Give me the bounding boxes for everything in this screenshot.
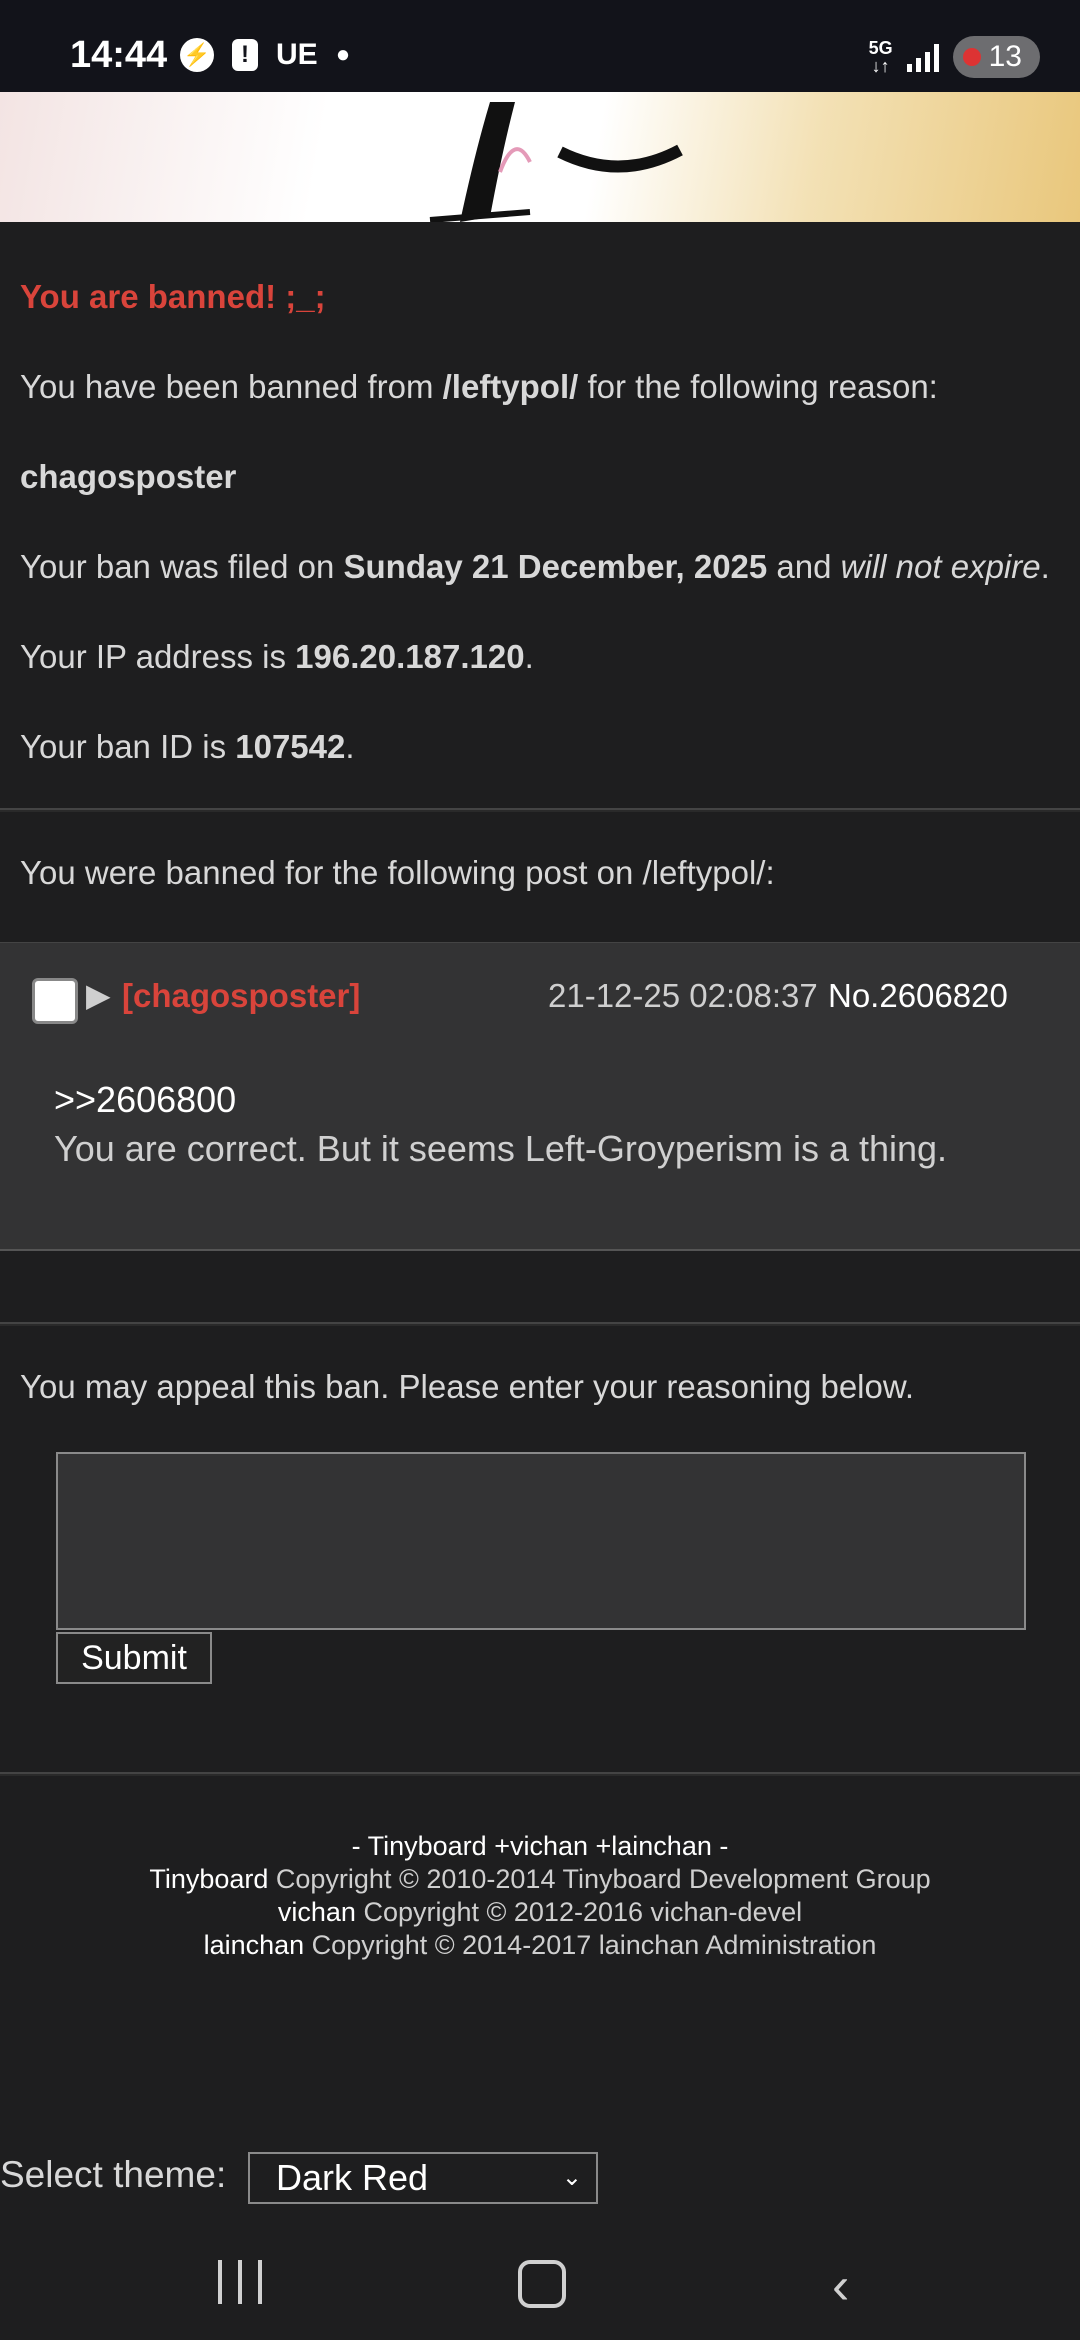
ban-ip-prefix: Your IP address is [20, 638, 296, 675]
ban-id: 107542 [235, 728, 346, 765]
post-intro: You were banned for the following post o… [20, 854, 775, 891]
theme-select[interactable]: Dark Red ⌄ [248, 2152, 598, 2204]
battery-icon: 13 [952, 36, 1040, 78]
network-icon: 5G ↓↑ [868, 38, 893, 76]
footer-lainchan-copy: Copyright © 2014-2017 lainchan Administr… [304, 1930, 877, 1960]
network-type: 5G [868, 38, 893, 58]
footer-lainchan-link[interactable]: lainchan [204, 1930, 305, 1960]
ban-board-prefix: You have been banned from [20, 368, 443, 405]
post-select-checkbox[interactable] [32, 978, 78, 1024]
back-icon[interactable]: ‹ [832, 2256, 849, 2316]
footer: - Tinyboard +vichan +lainchan - Tinyboar… [0, 1830, 1080, 1962]
ban-filed-line: Your ban was filed on Sunday 21 December… [20, 548, 1050, 586]
ban-id-suffix: . [345, 728, 355, 765]
battery-level: 13 [988, 40, 1022, 73]
ban-board: /leftypol/ [442, 368, 579, 405]
footer-tinyboard-copy: Copyright © 2010-2014 Tinyboard Developm… [268, 1864, 931, 1894]
appeal-text: You may appeal this ban. Please enter yo… [20, 1368, 915, 1405]
post-menu-arrow-icon[interactable]: ▶ [86, 976, 111, 1014]
battery-low-icon [962, 48, 981, 66]
board-banner [0, 92, 1080, 222]
ban-title: You are banned! ;_; [20, 278, 326, 315]
messenger-icon: ⚡ [180, 38, 214, 72]
submit-button[interactable]: Submit [56, 1632, 212, 1684]
ban-board-suffix: for the following reason: [578, 368, 938, 405]
footer-vichan-copy: Copyright © 2012-2016 vichan-devel [355, 1897, 803, 1927]
theme-label: Select theme: [0, 2154, 227, 2195]
signal-icon [906, 42, 939, 72]
post-quote-link[interactable]: >>2606800 [54, 1079, 236, 1121]
ban-filed-prefix: Your ban was filed on [20, 548, 344, 585]
ban-reason: chagosposter [20, 458, 237, 495]
footer-lainchan: lainchan Copyright © 2014-2017 lainchan … [0, 1929, 1080, 1962]
footer-title: - Tinyboard +vichan +lainchan - [351, 1831, 729, 1861]
status-system-icons: 5G ↓↑ 13 [869, 36, 1040, 78]
ban-filed-date: Sunday 21 December, 2025 [343, 548, 768, 585]
recent-apps-icon[interactable] [218, 2260, 262, 2304]
ban-ip-suffix: . [524, 638, 534, 675]
ban-expiry: will not expire [840, 548, 1041, 585]
post-date: 21-12-25 02:08:37 [548, 977, 818, 1014]
navigation-bar: ‹ [0, 2230, 1080, 2340]
footer-vichan: vichan Copyright © 2012-2016 vichan-deve… [0, 1896, 1080, 1929]
home-icon[interactable] [518, 2260, 566, 2308]
alert-icon: ! [232, 39, 258, 71]
status-bar: 14:44 ⚡ ! UE ● 5G ↓↑ 13 [0, 0, 1080, 92]
divider [0, 1322, 1080, 1326]
ban-ip-line: Your IP address is 196.20.187.120. [20, 638, 534, 676]
ban-filed-mid: and [767, 548, 841, 585]
divider [0, 808, 1080, 812]
ban-ip: 196.20.187.120 [295, 638, 525, 675]
divider [0, 1772, 1080, 1776]
carrier-label: UE [276, 38, 318, 71]
footer-tinyboard-link[interactable]: Tinyboard [149, 1864, 268, 1894]
post-body: You are correct. But it seems Left-Groyp… [54, 1128, 948, 1169]
appeal-textarea[interactable] [56, 1452, 1026, 1630]
status-time: 14:44 [70, 34, 168, 76]
theme-selected-value: Dark Red [276, 2157, 429, 2198]
chevron-down-icon: ⌄ [561, 2164, 582, 2191]
banner-artwork [429, 102, 683, 222]
post-author: [chagosposter] [122, 977, 361, 1014]
dot-icon: ● [335, 41, 351, 68]
ban-board-line: You have been banned from /leftypol/ for… [20, 368, 938, 406]
ban-id-line: Your ban ID is 107542. [20, 728, 355, 766]
ban-filed-suffix: . [1040, 548, 1050, 585]
banned-post: ▶ [chagosposter] 21-12-25 02:08:37 No.26… [0, 942, 1080, 1251]
post-number-link[interactable]: No.2606820 [828, 977, 1008, 1015]
ban-id-prefix: Your ban ID is [20, 728, 236, 765]
footer-vichan-link[interactable]: vichan [278, 1897, 356, 1927]
status-notification-icons: ⚡ ! UE ● [180, 38, 350, 72]
footer-tinyboard: Tinyboard Copyright © 2010-2014 Tinyboar… [0, 1863, 1080, 1896]
